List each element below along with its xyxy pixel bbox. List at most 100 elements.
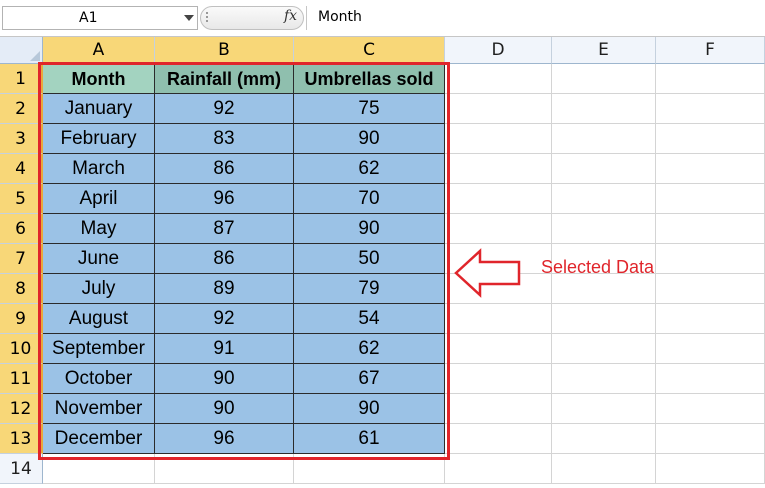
empty-cell[interactable] <box>656 124 765 154</box>
empty-cell[interactable] <box>656 214 765 244</box>
table-cell[interactable]: December <box>43 424 155 454</box>
table-cell[interactable]: 90 <box>294 124 445 154</box>
empty-cell[interactable] <box>656 424 765 454</box>
empty-cell[interactable] <box>445 94 552 124</box>
empty-cell[interactable] <box>656 274 765 304</box>
row-header-1[interactable]: 1 <box>0 64 43 94</box>
table-cell[interactable]: 83 <box>155 124 294 154</box>
row-header-5[interactable]: 5 <box>0 184 43 214</box>
table-cell[interactable]: 90 <box>294 214 445 244</box>
empty-cell[interactable] <box>552 394 656 424</box>
empty-cell[interactable] <box>552 124 656 154</box>
empty-cell[interactable] <box>445 124 552 154</box>
empty-cell[interactable] <box>552 214 656 244</box>
table-cell[interactable]: 67 <box>294 364 445 394</box>
empty-cell[interactable] <box>445 364 552 394</box>
empty-cell[interactable] <box>656 394 765 424</box>
table-cell[interactable]: April <box>43 184 155 214</box>
empty-cell[interactable] <box>445 424 552 454</box>
table-cell[interactable]: 79 <box>294 274 445 304</box>
table-cell[interactable]: 90 <box>155 364 294 394</box>
table-cell[interactable]: March <box>43 154 155 184</box>
empty-cell[interactable] <box>445 304 552 334</box>
table-cell[interactable]: 75 <box>294 94 445 124</box>
table-cell[interactable]: 54 <box>294 304 445 334</box>
empty-cell[interactable] <box>552 274 656 304</box>
row-header-13[interactable]: 13 <box>0 424 43 454</box>
table-cell[interactable]: 50 <box>294 244 445 274</box>
row-header-12[interactable]: 12 <box>0 394 43 424</box>
empty-cell[interactable] <box>552 304 656 334</box>
table-cell[interactable]: 86 <box>155 154 294 184</box>
empty-cell[interactable] <box>445 214 552 244</box>
table-cell[interactable]: 87 <box>155 214 294 244</box>
row-header-3[interactable]: 3 <box>0 124 43 154</box>
table-cell[interactable]: 61 <box>294 424 445 454</box>
row-header-8[interactable]: 8 <box>0 274 43 304</box>
table-cell[interactable]: 89 <box>155 274 294 304</box>
table-cell[interactable]: July <box>43 274 155 304</box>
row-header-6[interactable]: 6 <box>0 214 43 244</box>
column-header-a[interactable]: A <box>43 37 155 64</box>
table-cell[interactable]: 70 <box>294 184 445 214</box>
table-cell[interactable]: September <box>43 334 155 364</box>
insert-function-icon[interactable]: fx <box>284 8 297 24</box>
row-header-10[interactable]: 10 <box>0 334 43 364</box>
column-header-e[interactable]: E <box>552 37 656 64</box>
empty-cell[interactable] <box>445 154 552 184</box>
empty-cell[interactable] <box>552 154 656 184</box>
empty-cell[interactable] <box>445 64 552 94</box>
table-cell[interactable]: 96 <box>155 424 294 454</box>
row-header-7[interactable]: 7 <box>0 244 43 274</box>
table-cell[interactable]: February <box>43 124 155 154</box>
table-header-cell[interactable]: Umbrellas sold <box>294 64 445 94</box>
drag-handle-icon[interactable] <box>203 10 211 26</box>
table-cell[interactable]: May <box>43 214 155 244</box>
empty-cell[interactable] <box>656 94 765 124</box>
row-header-14[interactable]: 14 <box>0 454 43 484</box>
table-cell[interactable]: 96 <box>155 184 294 214</box>
empty-cell[interactable] <box>552 94 656 124</box>
empty-cell[interactable] <box>294 454 445 484</box>
row-header-9[interactable]: 9 <box>0 304 43 334</box>
table-cell[interactable]: 90 <box>155 394 294 424</box>
empty-cell[interactable] <box>656 454 765 484</box>
column-header-b[interactable]: B <box>155 37 294 64</box>
empty-cell[interactable] <box>656 334 765 364</box>
table-cell[interactable]: 92 <box>155 304 294 334</box>
table-cell[interactable]: June <box>43 244 155 274</box>
row-header-2[interactable]: 2 <box>0 94 43 124</box>
formula-input[interactable]: Month <box>306 6 765 30</box>
empty-cell[interactable] <box>445 394 552 424</box>
empty-cell[interactable] <box>445 334 552 364</box>
column-header-c[interactable]: C <box>294 37 445 64</box>
table-cell[interactable]: August <box>43 304 155 334</box>
empty-cell[interactable] <box>552 334 656 364</box>
empty-cell[interactable] <box>552 454 656 484</box>
empty-cell[interactable] <box>656 244 765 274</box>
empty-cell[interactable] <box>445 454 552 484</box>
empty-cell[interactable] <box>656 364 765 394</box>
name-box[interactable]: A1 <box>2 6 198 30</box>
column-header-d[interactable]: D <box>445 37 552 64</box>
table-cell[interactable]: 92 <box>155 94 294 124</box>
empty-cell[interactable] <box>656 184 765 214</box>
table-cell[interactable]: 90 <box>294 394 445 424</box>
empty-cell[interactable] <box>656 64 765 94</box>
empty-cell[interactable] <box>552 64 656 94</box>
table-cell[interactable]: November <box>43 394 155 424</box>
empty-cell[interactable] <box>656 304 765 334</box>
empty-cell[interactable] <box>155 454 294 484</box>
table-cell[interactable]: 62 <box>294 154 445 184</box>
empty-cell[interactable] <box>552 424 656 454</box>
table-cell[interactable]: October <box>43 364 155 394</box>
empty-cell[interactable] <box>552 184 656 214</box>
select-all-button[interactable] <box>0 37 43 64</box>
empty-cell[interactable] <box>445 184 552 214</box>
empty-cell[interactable] <box>656 154 765 184</box>
table-cell[interactable]: 62 <box>294 334 445 364</box>
table-cell[interactable]: January <box>43 94 155 124</box>
table-cell[interactable]: 86 <box>155 244 294 274</box>
table-header-cell[interactable]: Month <box>43 64 155 94</box>
table-header-cell[interactable]: Rainfall (mm) <box>155 64 294 94</box>
